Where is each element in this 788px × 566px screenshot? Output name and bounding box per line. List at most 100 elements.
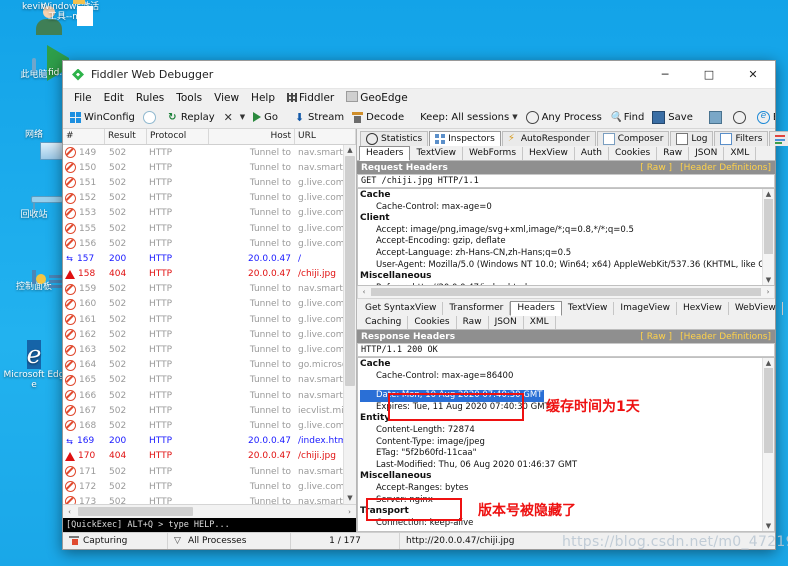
menu-file[interactable]: File: [68, 92, 98, 104]
scroll-down-arrow-icon[interactable]: ▼: [344, 493, 356, 504]
menu-view[interactable]: View: [208, 92, 245, 104]
capturing-status[interactable]: Capturing: [63, 533, 168, 549]
tab-filters[interactable]: Filters: [714, 131, 769, 146]
table-row[interactable]: 167 502 HTTP Tunnel to iecvlist.microsof…: [63, 403, 344, 418]
table-row[interactable]: ⇆ 169 200 HTTP 20.0.0.47 /index.html: [63, 434, 344, 449]
timer-button[interactable]: [729, 107, 753, 127]
response-raw-link[interactable]: [ Raw ]: [640, 332, 672, 342]
tab-xml[interactable]: XML: [724, 147, 757, 160]
scroll-down-arrow-icon[interactable]: ▼: [763, 521, 774, 531]
tab-webview[interactable]: WebView: [729, 302, 783, 315]
scroll-up-arrow-icon[interactable]: ▲: [763, 358, 774, 368]
tab-inspectors[interactable]: Inspectors: [429, 131, 501, 146]
quickexec-bar[interactable]: [QuickExec] ALT+Q > type HELP...: [63, 518, 356, 532]
winconfig-button[interactable]: WinConfig: [66, 107, 139, 127]
table-row[interactable]: 150 502 HTTP Tunnel to nav.smartscreen.m…: [63, 160, 344, 175]
table-row[interactable]: 170 404 HTTP 20.0.0.47 /chiji.jpg: [63, 449, 344, 464]
any-process-button[interactable]: Any Process: [522, 107, 606, 127]
scroll-down-arrow-icon[interactable]: ▼: [763, 275, 774, 285]
stream-button[interactable]: ⬇ Stream: [290, 107, 348, 127]
screenshot-button[interactable]: [705, 107, 729, 127]
table-row[interactable]: 156 502 HTTP Tunnel to g.live.com:443: [63, 236, 344, 251]
tab-json[interactable]: JSON: [489, 316, 524, 329]
desktop-icon-control-panel[interactable]: 控制面板: [2, 270, 66, 292]
table-row[interactable]: 162 502 HTTP Tunnel to g.live.com:443: [63, 327, 344, 342]
tab-composer[interactable]: Composer: [596, 131, 670, 146]
table-row[interactable]: 168 502 HTTP Tunnel to g.live.com:443: [63, 418, 344, 433]
menu-help[interactable]: Help: [245, 92, 281, 104]
tab-raw[interactable]: Raw: [657, 147, 690, 160]
tab-json[interactable]: JSON: [689, 147, 725, 160]
table-row[interactable]: 151 502 HTTP Tunnel to g.live.com:443: [63, 175, 344, 190]
scroll-thumb[interactable]: [345, 156, 355, 386]
request-header-definitions-link[interactable]: [Header Definitions]: [680, 163, 771, 173]
tab-autoresponder[interactable]: ⚡ AutoResponder: [501, 131, 596, 146]
keep-sessions-dropdown[interactable]: Keep: All sessions ▼: [416, 107, 521, 127]
scroll-right-arrow-icon[interactable]: ›: [762, 288, 774, 296]
table-row[interactable]: 165 502 HTTP Tunnel to nav.smartscreen.m…: [63, 373, 344, 388]
menu-fiddler[interactable]: Fiddler: [281, 92, 340, 104]
menu-edit[interactable]: Edit: [98, 92, 130, 104]
tab-cookies[interactable]: Cookies: [408, 316, 457, 329]
tab-cookies[interactable]: Cookies: [609, 147, 658, 160]
tab-raw[interactable]: Raw: [457, 316, 489, 329]
table-row[interactable]: 158 404 HTTP 20.0.0.47 /chiji.jpg: [63, 267, 344, 282]
close-button[interactable]: ✕: [731, 61, 775, 88]
menu-tools[interactable]: Tools: [170, 92, 208, 104]
column-host[interactable]: Host: [209, 129, 295, 144]
desktop-icon-windows-activation-tool[interactable]: Windows激活工具--mi...: [38, 2, 102, 22]
tab-auth[interactable]: Auth: [575, 147, 609, 160]
tab-imageview[interactable]: ImageView: [614, 302, 677, 315]
scroll-right-arrow-icon[interactable]: ›: [343, 508, 356, 516]
go-button[interactable]: Go: [249, 107, 282, 127]
sessions-vertical-scrollbar[interactable]: ▲ ▼: [343, 145, 356, 504]
tab-textview[interactable]: TextView: [410, 147, 464, 160]
replay-button[interactable]: ↻ Replay: [163, 107, 219, 127]
column-number[interactable]: #: [63, 129, 105, 144]
tab-textview[interactable]: TextView: [562, 302, 615, 315]
table-row[interactable]: 159 502 HTTP Tunnel to nav.smartscreen.m…: [63, 282, 344, 297]
table-row[interactable]: 172 502 HTTP Tunnel to g.live.com:443: [63, 479, 344, 494]
tab-webforms[interactable]: WebForms: [463, 147, 524, 160]
menu-rules[interactable]: Rules: [130, 92, 170, 104]
tab-log[interactable]: Log: [670, 131, 714, 146]
scroll-left-arrow-icon[interactable]: ‹: [358, 288, 370, 296]
maximize-button[interactable]: □: [687, 61, 731, 88]
request-headers-box[interactable]: Cache Cache-Control: max-age=0 Client Accep…: [357, 188, 775, 286]
scroll-left-arrow-icon[interactable]: ‹: [63, 508, 76, 516]
table-row[interactable]: 160 502 HTTP Tunnel to g.live.com:443: [63, 297, 344, 312]
request-raw-link[interactable]: [ Raw ]: [640, 163, 672, 173]
desktop-icon-network[interactable]: 网络: [2, 130, 66, 140]
scroll-thumb[interactable]: [371, 288, 761, 296]
desktop-icon-microsoft-edge[interactable]: e Microsoft Edge: [2, 340, 66, 390]
table-row[interactable]: 164 502 HTTP Tunnel to go.microsoft.com:…: [63, 358, 344, 373]
column-url[interactable]: URL: [295, 129, 356, 144]
tab-get-syntaxview[interactable]: Get SyntaxView: [359, 302, 444, 315]
tab-statistics[interactable]: Statistics: [360, 131, 429, 146]
table-row[interactable]: 166 502 HTTP Tunnel to nav.smartscreen.m…: [63, 388, 344, 403]
tab-auth[interactable]: Auth: [783, 302, 788, 315]
table-row[interactable]: 161 502 HTTP Tunnel to g.live.com:443: [63, 312, 344, 327]
scroll-thumb[interactable]: [764, 368, 773, 453]
table-row[interactable]: 171 502 HTTP Tunnel to nav.smartscreen.m…: [63, 464, 344, 479]
tab-headers[interactable]: Headers: [359, 146, 411, 161]
tab-hexview[interactable]: HexView: [677, 302, 729, 315]
request-vertical-scrollbar[interactable]: ▲ ▼: [762, 189, 774, 285]
tab-transformer[interactable]: Transformer: [443, 302, 511, 315]
tab-caching[interactable]: Caching: [359, 316, 409, 329]
decode-button[interactable]: Decode: [348, 107, 408, 127]
scroll-up-arrow-icon[interactable]: ▲: [344, 145, 356, 156]
process-filter[interactable]: ▽ All Processes: [168, 533, 291, 549]
save-button[interactable]: Save: [648, 107, 697, 127]
column-result[interactable]: Result: [105, 129, 147, 144]
table-row[interactable]: 173 502 HTTP Tunnel to nav.smartscreen.m…: [63, 494, 344, 504]
remove-button[interactable]: ✕ ▼: [219, 107, 249, 127]
browse-button[interactable]: eBrowse▼: [753, 107, 775, 127]
tab-hexview[interactable]: HexView: [523, 147, 575, 160]
table-row[interactable]: 149 502 HTTP Tunnel to nav.smartscreen.m…: [63, 145, 344, 160]
menu-geoedge[interactable]: GeoEdge: [340, 91, 413, 104]
minimize-button[interactable]: ─: [643, 61, 687, 88]
sessions-horizontal-scrollbar[interactable]: ‹ ›: [63, 504, 356, 518]
table-row[interactable]: 163 502 HTTP Tunnel to g.live.com:443: [63, 342, 344, 357]
scroll-up-arrow-icon[interactable]: ▲: [763, 189, 774, 199]
